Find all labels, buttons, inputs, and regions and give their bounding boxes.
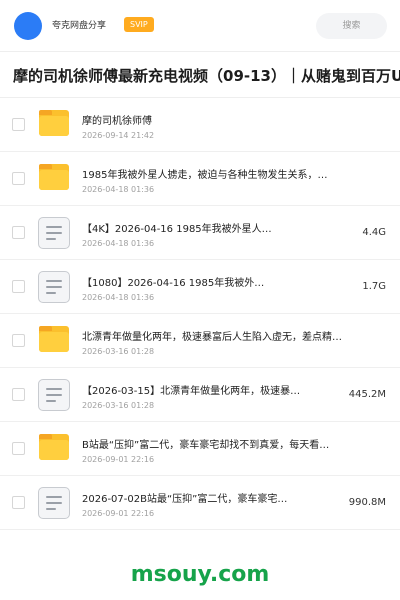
folder-icon	[39, 326, 69, 352]
file-date: 2026-09-01 22:16	[82, 455, 155, 464]
file-name: 摩的司机徐师傅	[82, 116, 152, 127]
document-icon	[38, 379, 70, 411]
select-checkbox[interactable]	[12, 388, 25, 401]
file-date: 2026-09-14 21:42	[82, 131, 155, 140]
file-name: 1985年我被外星人掳走，被迫与各种生物发生关系，…	[82, 170, 328, 181]
file-date: 2026-04-18 01:36	[82, 293, 155, 302]
file-name: 北漂青年做量化两年，极速暴富后人生陷入虚无，差点精…	[82, 332, 342, 343]
file-size: 990.8M	[348, 497, 386, 508]
file-row[interactable]: 2026-07-02B站最“压抑”富二代，豪车豪宅… 2026-09-01 22:…	[0, 476, 400, 530]
file-size: 1.7G	[362, 281, 386, 292]
select-checkbox[interactable]	[12, 442, 25, 455]
file-date: 2026-03-16 01:28	[82, 401, 155, 410]
folder-row[interactable]: 1985年我被外星人掳走，被迫与各种生物发生关系，… 2026-04-18 01:…	[0, 152, 400, 206]
file-name: 2026-07-02B站最“压抑”富二代，豪车豪宅…	[82, 494, 288, 505]
file-date: 2026-04-18 01:36	[82, 185, 155, 194]
folder-row[interactable]: 北漂青年做量化两年，极速暴富后人生陷入虚无，差点精… 2026-03-16 01:…	[0, 314, 400, 368]
document-icon	[38, 271, 70, 303]
file-date: 2026-04-18 01:36	[82, 239, 155, 248]
file-size: 4.4G	[362, 227, 386, 238]
file-name: 【4K】2026-04-16 1985年我被外星人…	[82, 224, 272, 235]
select-checkbox[interactable]	[12, 226, 25, 239]
watermark: msouy.com	[130, 562, 270, 587]
document-icon	[38, 487, 70, 519]
file-list: 摩的司机徐师傅 2026-09-14 21:42 1985年我被外星人掳走，被迫与各…	[0, 98, 400, 530]
avatar[interactable]	[14, 12, 42, 40]
svip-badge: SVIP	[124, 17, 154, 32]
file-row[interactable]: 【1080】2026-04-16 1985年我被外… 2026-04-18 01:…	[0, 260, 400, 314]
file-name: 【1080】2026-04-16 1985年我被外…	[82, 278, 265, 289]
file-row[interactable]: 【2026-03-15】北漂青年做量化两年，极速暴… 2026-03-16 01:…	[0, 368, 400, 422]
folder-icon	[39, 110, 69, 136]
select-checkbox[interactable]	[12, 334, 25, 347]
file-row[interactable]: 【4K】2026-04-16 1985年我被外星人… 2026-04-18 01:…	[0, 206, 400, 260]
select-checkbox[interactable]	[12, 172, 25, 185]
file-date: 2026-03-16 01:28	[82, 347, 155, 356]
file-name: 【2026-03-15】北漂青年做量化两年，极速暴…	[82, 386, 301, 397]
app-name: 夸克网盘分享	[52, 21, 107, 31]
document-icon	[38, 217, 70, 249]
select-checkbox[interactable]	[12, 280, 25, 293]
folder-icon	[39, 434, 69, 460]
folder-icon	[39, 164, 69, 190]
share-title-bar: 摩的司机徐师傅最新充电视频（09-13）｜从赌鬼到百万UP	[0, 52, 400, 98]
file-date: 2026-09-01 22:16	[82, 509, 155, 518]
top-bar: 夸克网盘分享 SVIP 搜索	[0, 0, 400, 52]
folder-row[interactable]: B站最“压抑”富二代，豪车豪宅却找不到真爱，每天看… 2026-09-01 22:…	[0, 422, 400, 476]
folder-row[interactable]: 摩的司机徐师傅 2026-09-14 21:42	[0, 98, 400, 152]
file-name: B站最“压抑”富二代，豪车豪宅却找不到真爱，每天看…	[82, 440, 330, 451]
share-title: 摩的司机徐师傅最新充电视频（09-13）｜从赌鬼到百万UP	[13, 67, 400, 85]
select-checkbox[interactable]	[12, 118, 25, 131]
file-size: 445.2M	[348, 389, 386, 400]
search-button[interactable]: 搜索	[316, 13, 387, 39]
select-checkbox[interactable]	[12, 496, 25, 509]
